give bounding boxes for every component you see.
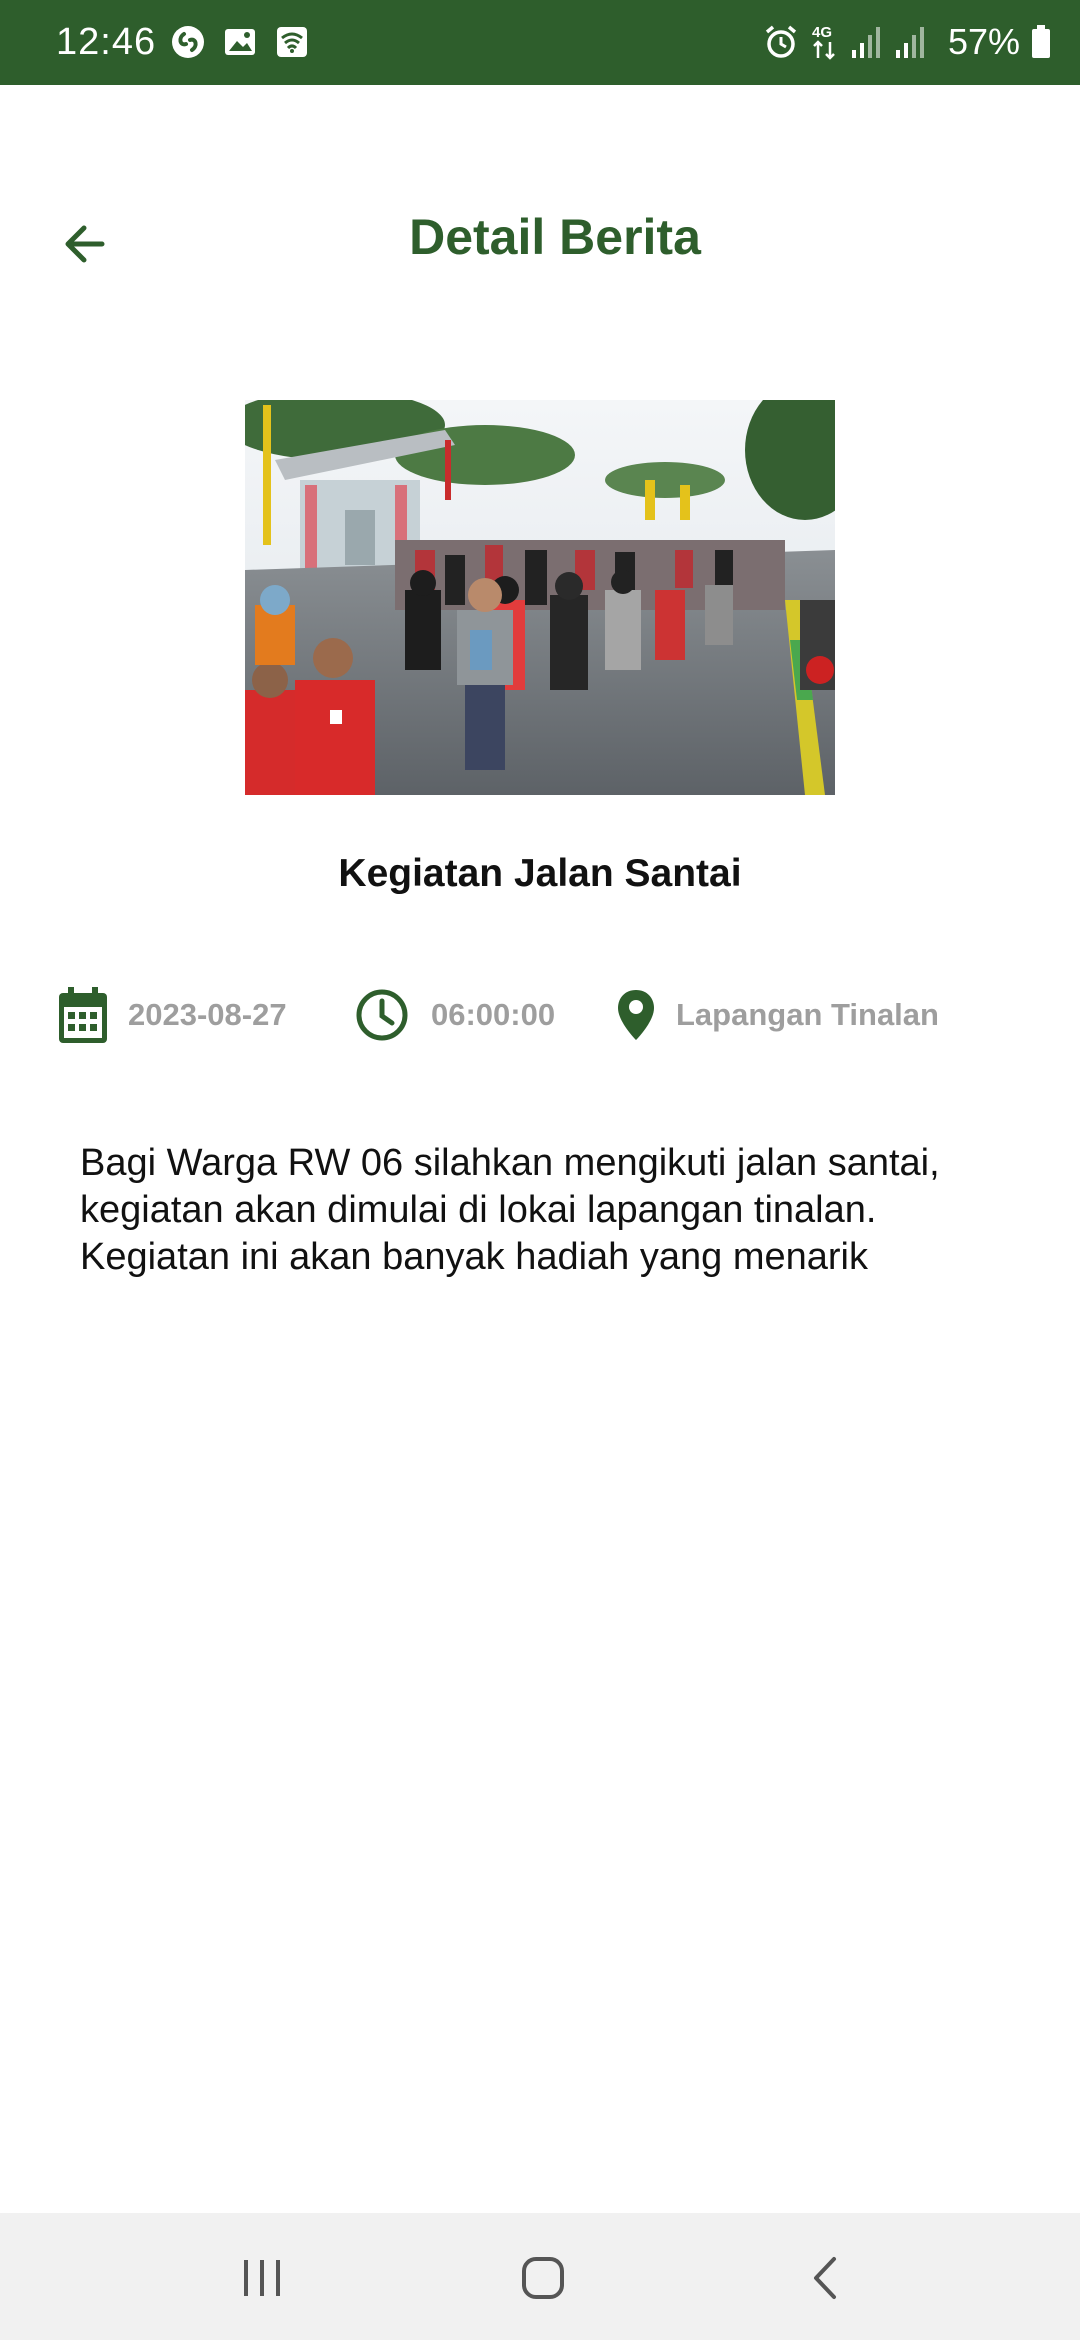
home-button[interactable]	[498, 2243, 588, 2313]
news-body: Bagi Warga RW 06 silahkan mengikuti jala…	[80, 1142, 940, 1278]
news-image	[245, 400, 835, 795]
wifi-icon	[277, 27, 307, 57]
news-date: 2023-08-27	[128, 997, 287, 1032]
news-location: Lapangan Tinalan	[676, 997, 939, 1032]
battery-icon	[1032, 25, 1050, 58]
battery-percent: 57%	[947, 21, 1020, 62]
page-title: Detail Berita	[409, 209, 701, 265]
data-4g-icon: 4G	[812, 24, 835, 60]
news-time: 06:00:00	[431, 997, 556, 1032]
news-title: Kegiatan Jalan Santai	[338, 852, 742, 895]
home-icon	[522, 2257, 564, 2299]
status-bar: 12:46 4G 57%	[0, 0, 1080, 85]
meta-location: Lapangan Tinalan	[616, 985, 939, 1045]
calendar-icon	[59, 987, 107, 1043]
status-time: 12:46	[56, 21, 157, 63]
signal-icon	[895, 27, 924, 58]
meta-date: 2023-08-27	[58, 985, 287, 1045]
recents-button[interactable]	[217, 2243, 307, 2313]
clock-icon	[356, 989, 408, 1041]
map-pin-icon	[618, 990, 654, 1040]
status-icons-left	[170, 24, 310, 60]
svg-text:4G: 4G	[812, 24, 832, 41]
meta-time: 06:00:00	[355, 985, 555, 1045]
alarm-icon	[765, 25, 797, 58]
system-back-button[interactable]	[780, 2243, 870, 2313]
gallery-icon	[225, 29, 255, 55]
recents-icon	[244, 2260, 280, 2296]
shazam-icon	[172, 26, 204, 58]
status-icons-right: 4G 57%	[762, 18, 1052, 66]
back-icon	[814, 2257, 836, 2299]
system-nav-bar	[0, 2213, 1080, 2340]
signal-icon	[851, 27, 880, 58]
